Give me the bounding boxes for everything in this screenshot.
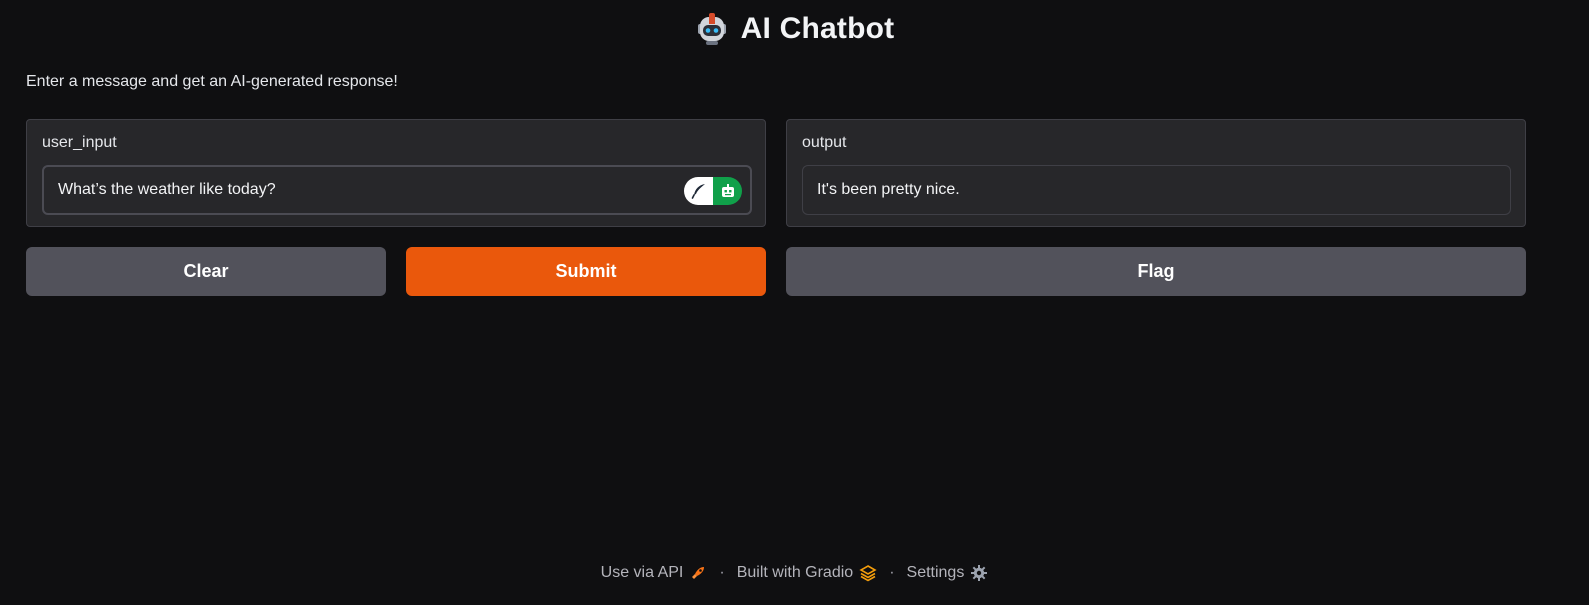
submit-button[interactable]: Submit <box>406 247 766 296</box>
app-root: AI Chatbot Enter a message and get an AI… <box>0 0 1589 605</box>
clear-button[interactable]: Clear <box>26 247 386 296</box>
output-field: It's been pretty nice. <box>802 165 1511 215</box>
user-input-text[interactable]: What’s the weather like today? <box>58 181 276 199</box>
bot-icon[interactable] <box>713 177 742 205</box>
page-header: AI Chatbot <box>0 8 1589 50</box>
page-title: AI Chatbot <box>740 12 895 45</box>
footer-separator: · <box>719 564 725 581</box>
use-via-api-link[interactable]: Use via API <box>601 564 708 582</box>
built-with-gradio-label[interactable]: Built with Gradio <box>737 564 854 582</box>
robot-icon <box>695 12 729 46</box>
footer: Use via API · Built with Gradio · Settin… <box>0 560 1589 586</box>
output-panel: output It's been pretty nice. <box>786 119 1526 227</box>
settings-link[interactable]: Settings <box>907 564 989 582</box>
gear-icon <box>970 564 988 582</box>
settings-label[interactable]: Settings <box>907 564 965 582</box>
quill-icon[interactable] <box>684 177 713 205</box>
input-label: user_input <box>42 134 117 151</box>
rocket-icon <box>689 564 707 582</box>
flag-button[interactable]: Flag <box>786 247 1526 296</box>
output-label: output <box>802 134 847 151</box>
page-description: Enter a message and get an AI-generated … <box>26 73 398 90</box>
input-panel: user_input What’s the weather like today… <box>26 119 766 227</box>
use-via-api-label[interactable]: Use via API <box>601 564 684 582</box>
gradio-logo-icon <box>859 564 877 582</box>
user-input-field[interactable]: What’s the weather like today? <box>42 165 752 215</box>
extension-pill[interactable] <box>684 177 742 205</box>
output-text: It's been pretty nice. <box>817 181 960 198</box>
footer-separator: · <box>889 564 895 581</box>
built-with-gradio-link[interactable]: Built with Gradio <box>737 564 878 582</box>
